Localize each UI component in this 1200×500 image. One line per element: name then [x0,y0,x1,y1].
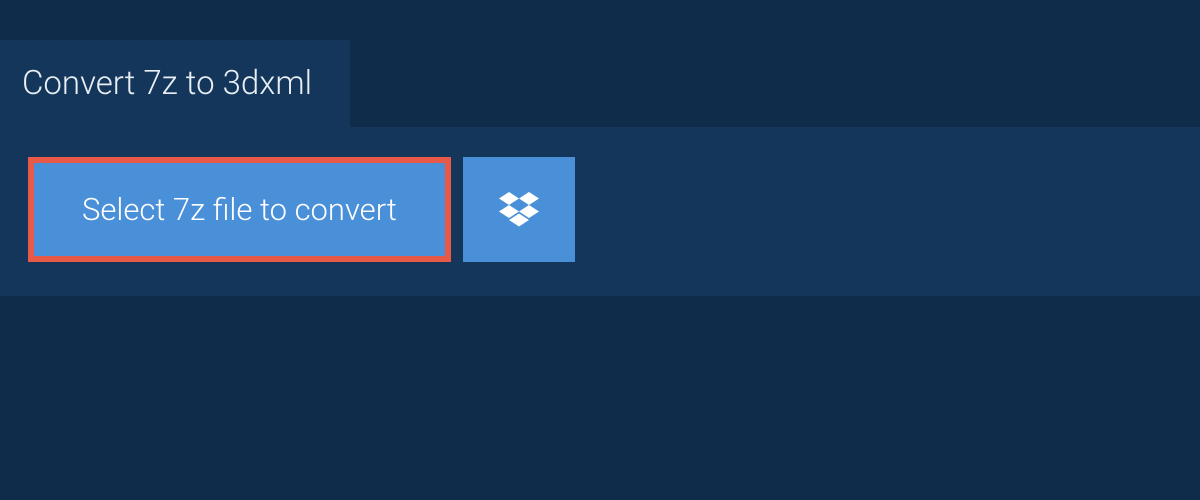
dropbox-button[interactable] [463,157,575,262]
page-title: Convert 7z to 3dxml [22,64,312,103]
select-file-button[interactable]: Select 7z file to convert [28,157,451,262]
file-select-section: Select 7z file to convert [0,127,1200,296]
page-title-tab: Convert 7z to 3dxml [0,40,350,127]
dropbox-icon [499,192,539,228]
select-file-button-label: Select 7z file to convert [82,191,397,228]
